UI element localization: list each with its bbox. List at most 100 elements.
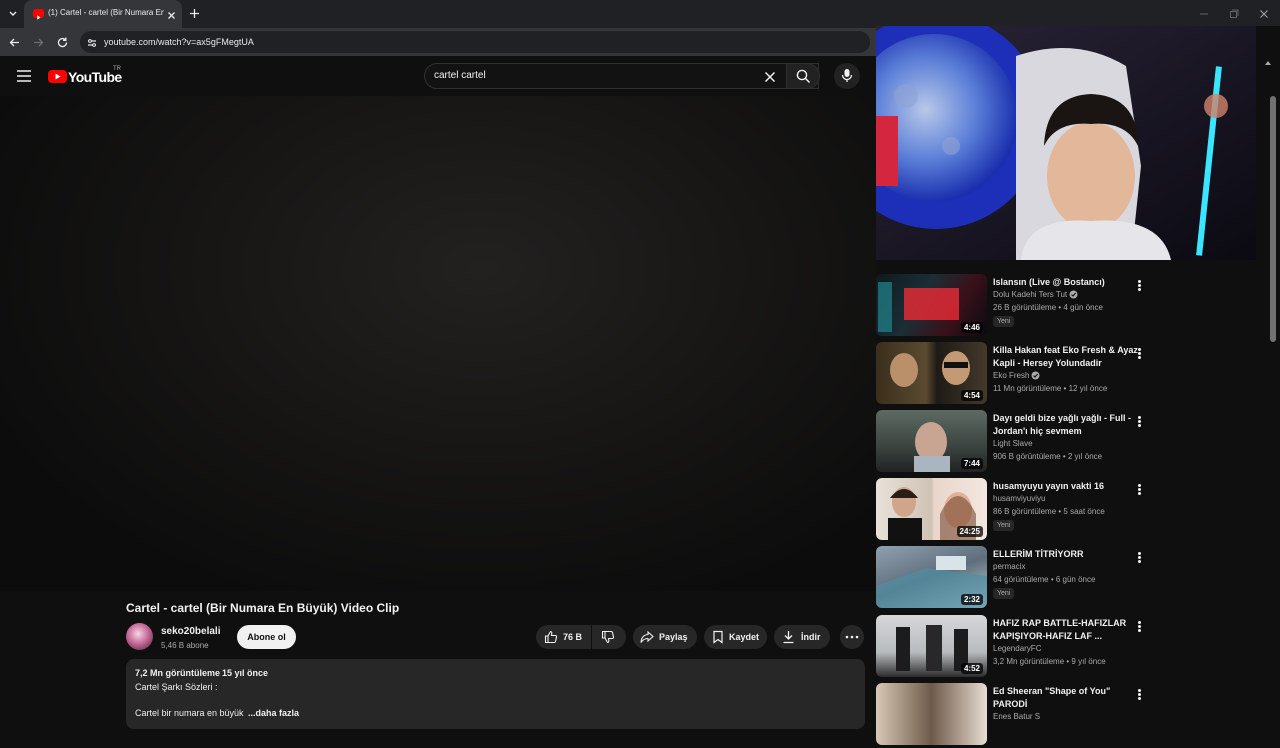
recommendation-menu-button[interactable] bbox=[1134, 482, 1144, 496]
dislike-button[interactable] bbox=[592, 625, 626, 649]
plus-icon bbox=[190, 9, 199, 18]
recommendation-item[interactable]: 2:32 ELLERİM TİTRİYORR permacix 64 görün… bbox=[876, 546, 1256, 611]
recommendation-meta: 3,2 Mn görüntüleme • 9 yıl önce bbox=[993, 657, 1106, 666]
voice-search-button[interactable] bbox=[834, 63, 860, 89]
show-more-link[interactable]: ...daha fazla bbox=[248, 708, 299, 718]
description-box[interactable]: 7,2 Mn görüntüleme 15 yıl önce Cartel Şa… bbox=[126, 659, 865, 729]
recommendation-channel[interactable]: Dolu Kadehi Ters Tut bbox=[993, 290, 1067, 299]
save-label: Kaydet bbox=[729, 632, 760, 642]
recommendation-channel[interactable]: LegendaryFC bbox=[993, 644, 1041, 653]
video-thumbnail[interactable]: 4:52 bbox=[876, 615, 987, 677]
page-scrollbar-thumb[interactable] bbox=[1270, 96, 1276, 342]
channel-name[interactable]: seko20belali bbox=[161, 626, 220, 637]
search-button[interactable] bbox=[786, 63, 820, 89]
recommendation-item[interactable]: 4:46 Islansın (Live @ Bostancı) Dolu Kad… bbox=[876, 274, 1256, 339]
description-line-1: Cartel Şarkı Sözleri : bbox=[135, 682, 218, 692]
video-thumbnail[interactable]: 7:44 bbox=[876, 410, 987, 472]
new-badge: Yeni bbox=[993, 588, 1015, 599]
chevron-down-icon bbox=[9, 11, 17, 16]
recommendation-menu-button[interactable] bbox=[1134, 278, 1144, 292]
recommendation-meta: 26 B görüntüleme • 4 gün önce bbox=[993, 303, 1103, 312]
search-input[interactable] bbox=[434, 70, 734, 81]
guide-menu-button[interactable] bbox=[16, 69, 32, 83]
browser-tab[interactable]: (1) Cartel - cartel (Bir Numara En Büyük… bbox=[24, 0, 182, 28]
recommendation-item[interactable]: 7:44 Dayı geldi bize yağlı yağlı - Full … bbox=[876, 410, 1256, 475]
recommendation-title[interactable]: Islansın (Live @ Bostancı) bbox=[993, 276, 1143, 289]
tab-search-button[interactable] bbox=[6, 7, 20, 21]
recommendation-menu-button[interactable] bbox=[1134, 687, 1144, 701]
browser-toolbar: youtube.com/watch?v=ax5gFMegtUA bbox=[0, 28, 876, 56]
recommendation-menu-button[interactable] bbox=[1134, 346, 1144, 360]
maximize-button[interactable] bbox=[1228, 7, 1240, 19]
clear-search-button[interactable] bbox=[764, 70, 776, 83]
youtube-logo[interactable]: YouTube TR bbox=[48, 66, 128, 86]
recommendation-title[interactable]: Dayı geldi bize yağlı yağlı - Full - Jor… bbox=[993, 412, 1143, 438]
search-box[interactable] bbox=[424, 63, 819, 89]
download-button[interactable]: İndir bbox=[774, 625, 830, 649]
video-thumbnail[interactable]: 4:46 bbox=[876, 274, 987, 336]
video-title: Cartel - cartel (Bir Numara En Büyük) Vi… bbox=[126, 601, 400, 615]
microphone-icon bbox=[841, 69, 853, 82]
recommendation-menu-button[interactable] bbox=[1134, 550, 1144, 564]
more-actions-button[interactable] bbox=[840, 625, 864, 649]
subscribe-button[interactable]: Abone ol bbox=[237, 625, 296, 649]
close-icon bbox=[764, 71, 776, 83]
recommendation-meta: 86 B görüntüleme • 5 saat önce bbox=[993, 507, 1105, 516]
thumbs-down-icon bbox=[601, 630, 615, 644]
recommendation-item[interactable]: 4:52 HAFIZ RAP BATTLE-HAFIZLAR KAPIŞIYOR… bbox=[876, 615, 1256, 680]
youtube-favicon-icon bbox=[33, 9, 44, 20]
share-button[interactable]: Paylaş bbox=[633, 625, 697, 649]
video-thumbnail[interactable]: 4:54 bbox=[876, 342, 987, 404]
share-label: Paylaş bbox=[659, 632, 688, 642]
close-window-button[interactable] bbox=[1258, 7, 1270, 19]
upload-age: 15 yıl önce bbox=[222, 668, 269, 678]
recommendation-menu-button[interactable] bbox=[1134, 414, 1144, 428]
minimize-icon bbox=[1200, 13, 1208, 15]
recommendation-channel[interactable]: permacix bbox=[993, 562, 1025, 571]
country-code: TR bbox=[113, 66, 121, 72]
recommendation-channel[interactable]: husamviyuviyu bbox=[993, 494, 1045, 503]
forward-button[interactable] bbox=[32, 36, 45, 49]
bookmark-icon bbox=[713, 630, 723, 644]
channel-avatar[interactable] bbox=[126, 623, 153, 650]
recommendation-item[interactable]: 4:54 Killa Hakan feat Eko Fresh & Ayaz K… bbox=[876, 342, 1256, 407]
arrow-left-icon bbox=[9, 38, 19, 47]
site-info-icon[interactable] bbox=[86, 36, 98, 48]
arrow-right-icon bbox=[34, 38, 44, 47]
page-scrollbar-track[interactable] bbox=[1256, 26, 1280, 720]
recommendation-item[interactable]: 24:25 husamyuyu yayın vakti 16 husamviyu… bbox=[876, 478, 1256, 543]
more-horizontal-icon bbox=[845, 635, 859, 639]
recommendation-item[interactable]: Ed Sheeran "Shape of You" PARODİ Enes Ba… bbox=[876, 683, 1256, 748]
download-icon bbox=[783, 631, 794, 644]
duration-badge: 4:54 bbox=[960, 390, 983, 401]
browser-tab-bar: (1) Cartel - cartel (Bir Numara En Büyük… bbox=[0, 0, 1280, 28]
recommendation-title[interactable]: husamyuyu yayın vakti 16 bbox=[993, 480, 1143, 493]
recommendation-channel[interactable]: Eko Fresh bbox=[993, 371, 1029, 380]
minimize-button[interactable] bbox=[1198, 7, 1210, 19]
webcam-overlay-image bbox=[876, 26, 1256, 260]
reload-button[interactable] bbox=[56, 36, 69, 49]
save-button[interactable]: Kaydet bbox=[704, 625, 767, 649]
url-text[interactable]: youtube.com/watch?v=ax5gFMegtUA bbox=[104, 37, 254, 47]
tab-close-icon[interactable] bbox=[166, 8, 177, 19]
back-button[interactable] bbox=[8, 36, 21, 49]
share-icon bbox=[640, 630, 654, 643]
video-thumbnail[interactable] bbox=[876, 683, 987, 745]
recommendation-title[interactable]: Ed Sheeran "Shape of You" PARODİ bbox=[993, 685, 1143, 711]
youtube-play-logo-icon bbox=[48, 70, 67, 83]
video-thumbnail[interactable]: 2:32 bbox=[876, 546, 987, 608]
recommendation-title[interactable]: ELLERİM TİTRİYORR bbox=[993, 548, 1143, 561]
description-line-2: Cartel bir numara en büyük bbox=[135, 708, 244, 718]
reload-icon bbox=[57, 37, 68, 48]
recommendation-title[interactable]: Killa Hakan feat Eko Fresh & Ayaz Kapli … bbox=[993, 344, 1143, 370]
video-player[interactable] bbox=[0, 96, 876, 591]
recommendation-title[interactable]: HAFIZ RAP BATTLE-HAFIZLAR KAPIŞIYOR-HAFI… bbox=[993, 617, 1143, 643]
video-thumbnail[interactable]: 24:25 bbox=[876, 478, 987, 540]
verified-icon bbox=[1031, 371, 1040, 380]
duration-badge: 7:44 bbox=[960, 458, 983, 469]
hamburger-menu-icon bbox=[17, 70, 31, 82]
like-button[interactable]: 76 B bbox=[536, 625, 591, 649]
recommendation-menu-button[interactable] bbox=[1134, 619, 1144, 633]
recommendation-channel[interactable]: Light Slave bbox=[993, 439, 1033, 448]
new-tab-button[interactable] bbox=[188, 7, 201, 20]
